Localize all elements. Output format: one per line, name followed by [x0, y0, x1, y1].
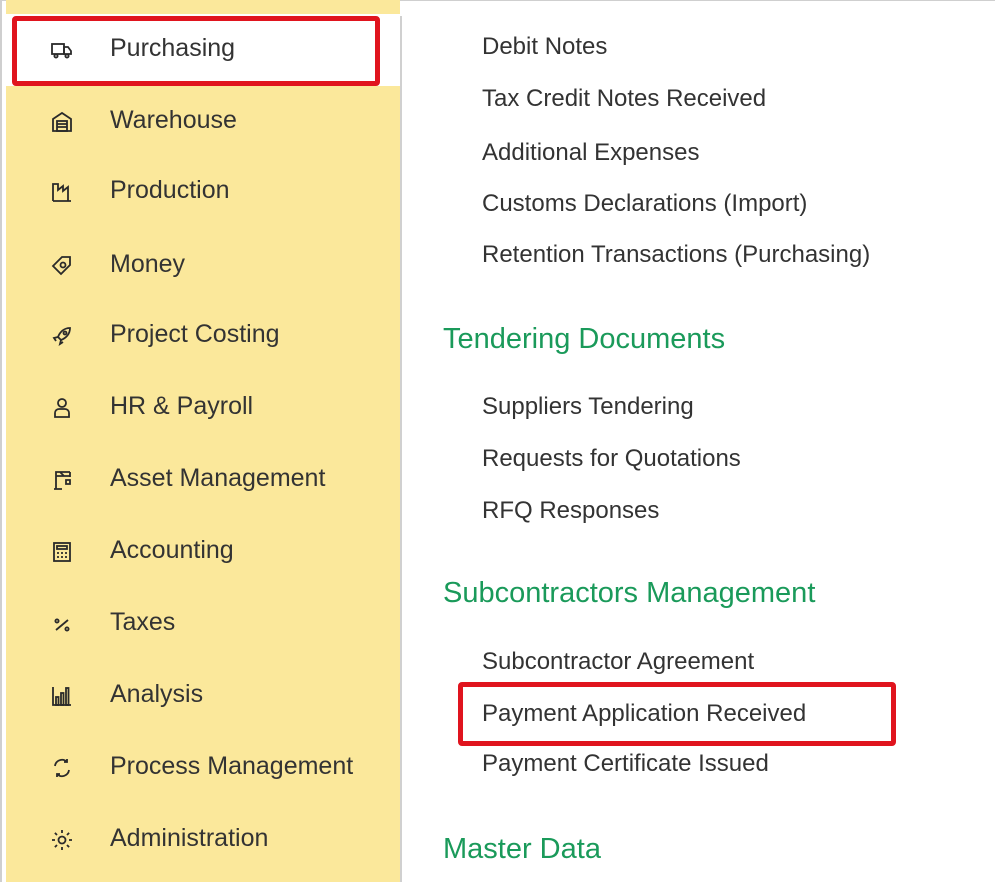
sidebar-item-money[interactable]: Money [6, 230, 400, 302]
link-rfq-responses[interactable]: RFQ Responses [482, 497, 659, 525]
warehouse-icon [48, 108, 76, 136]
sidebar-item-label: Administration [110, 823, 269, 852]
money-tag-icon [48, 252, 76, 280]
link-debit-notes[interactable]: Debit Notes [482, 33, 607, 61]
left-border [0, 0, 2, 882]
link-subcontractor-agreement[interactable]: Subcontractor Agreement [482, 648, 754, 676]
sidebar-item-administration[interactable]: Administration [6, 804, 400, 876]
sidebar-item-project-costing[interactable]: Project Costing [6, 300, 400, 372]
sidebar-item-label: Process Management [110, 751, 354, 780]
factory-icon [48, 178, 76, 206]
sidebar-item-label: Money [110, 249, 186, 278]
rocket-icon [48, 322, 76, 350]
sidebar-divider [400, 16, 402, 882]
sidebar-item-label: Asset Management [110, 463, 326, 492]
person-icon [48, 394, 76, 422]
sidebar-item-label: Warehouse [110, 105, 237, 134]
highlight-box-payment-application [458, 682, 896, 746]
link-requests-for-quotations[interactable]: Requests for Quotations [482, 445, 741, 473]
link-payment-certificate-issued[interactable]: Payment Certificate Issued [482, 750, 769, 778]
percent-icon [48, 610, 76, 638]
gear-icon [48, 826, 76, 854]
sidebar-item-process-management[interactable]: Process Management [6, 732, 400, 804]
sidebar-item-label: Taxes [110, 607, 176, 636]
sidebar-item-asset-management[interactable]: Asset Management [6, 444, 400, 516]
cycle-arrows-icon [48, 754, 76, 782]
sidebar-item-label: Production [110, 175, 230, 204]
sidebar-item-hr-payroll[interactable]: HR & Payroll [6, 372, 400, 444]
sidebar-item-label: Project Costing [110, 319, 280, 348]
crane-icon [48, 466, 76, 494]
calculator-icon [48, 538, 76, 566]
section-heading-master-data: Master Data [443, 833, 601, 865]
sidebar: Purchasing Warehouse Production Money Pr… [6, 0, 400, 882]
sidebar-item-analysis[interactable]: Analysis [6, 660, 400, 732]
link-additional-expenses[interactable]: Additional Expenses [482, 139, 699, 167]
sidebar-item-label: Analysis [110, 679, 204, 708]
highlight-box-purchasing [12, 16, 380, 86]
sidebar-item-accounting[interactable]: Accounting [6, 516, 400, 588]
sidebar-item-label: HR & Payroll [110, 391, 254, 420]
link-suppliers-tendering[interactable]: Suppliers Tendering [482, 393, 694, 421]
link-retention-transactions[interactable]: Retention Transactions (Purchasing) [482, 241, 870, 269]
sidebar-item-taxes[interactable]: Taxes [6, 588, 400, 660]
link-tax-credit-notes-received[interactable]: Tax Credit Notes Received [482, 85, 766, 113]
section-heading-subcontractors: Subcontractors Management [443, 577, 816, 609]
link-customs-declarations[interactable]: Customs Declarations (Import) [482, 190, 807, 218]
sidebar-item-production[interactable]: Production [6, 156, 400, 228]
bar-chart-icon [48, 682, 76, 710]
sidebar-item-label: Accounting [110, 535, 234, 564]
sidebar-item-warehouse[interactable]: Warehouse [6, 86, 400, 158]
section-heading-tendering: Tendering Documents [443, 323, 726, 355]
